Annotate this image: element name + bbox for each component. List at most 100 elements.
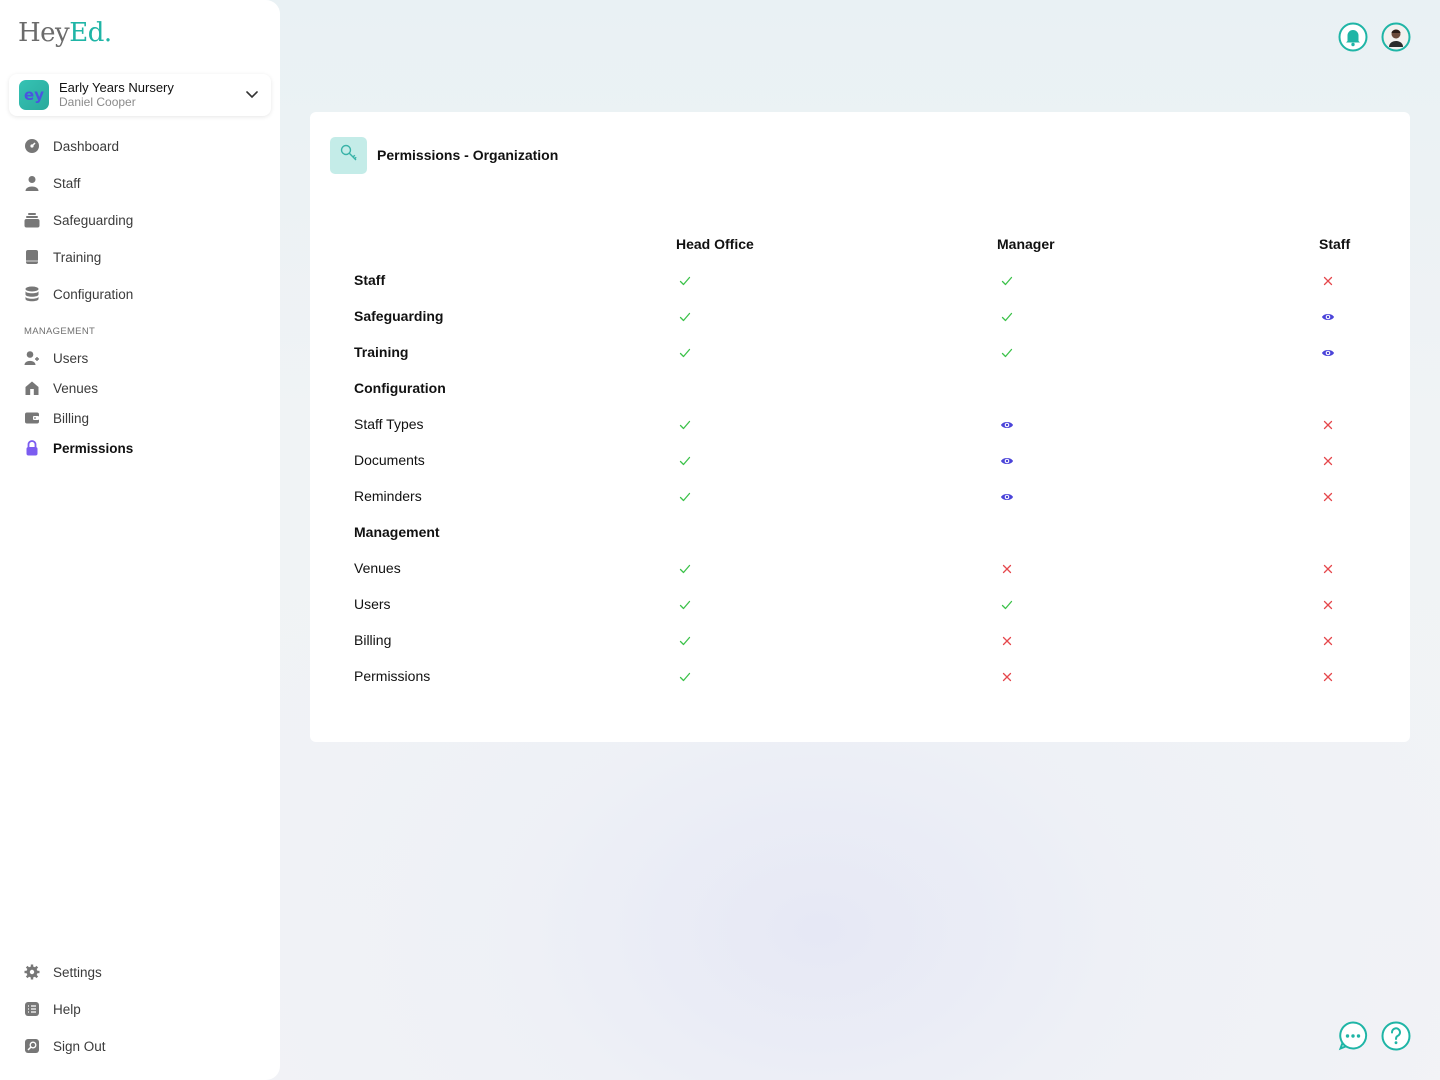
sign-out-icon bbox=[24, 1038, 40, 1054]
permission-cell-manager-check-icon[interactable] bbox=[1000, 346, 1014, 360]
sidebar-item-label: Permissions bbox=[53, 440, 134, 456]
user-avatar-button[interactable] bbox=[1381, 22, 1411, 52]
column-header-head-office: Head Office bbox=[676, 236, 754, 252]
dashboard-icon bbox=[24, 138, 40, 154]
permission-cell-manager-cross-icon[interactable] bbox=[1000, 634, 1014, 648]
page-title: Permissions - Organization bbox=[377, 147, 559, 163]
permission-cell-head-office-check-icon[interactable] bbox=[678, 346, 692, 360]
key-icon bbox=[339, 143, 359, 168]
permission-group-label: Configuration bbox=[354, 380, 446, 396]
sidebar-item-users[interactable]: Users bbox=[24, 350, 88, 366]
home-icon bbox=[24, 380, 40, 396]
sidebar-item-billing[interactable]: Billing bbox=[24, 410, 89, 426]
permission-cell-manager-cross-icon[interactable] bbox=[1000, 670, 1014, 684]
sidebar-item-label: Sign Out bbox=[53, 1038, 106, 1054]
permission-row-label: Users bbox=[354, 596, 391, 612]
permission-cell-staff-cross-icon[interactable] bbox=[1321, 598, 1335, 612]
person-icon bbox=[24, 175, 40, 191]
permission-row-label: Permissions bbox=[354, 668, 431, 684]
chevron-down-icon bbox=[245, 87, 259, 106]
wallet-icon bbox=[24, 410, 40, 426]
list-icon bbox=[24, 1001, 40, 1017]
permission-cell-head-office-check-icon[interactable] bbox=[678, 562, 692, 576]
organization-name: Early Years Nursery bbox=[59, 80, 174, 95]
permission-cell-head-office-check-icon[interactable] bbox=[678, 310, 692, 324]
logo-text-hey: Hey bbox=[18, 18, 70, 48]
permission-cell-head-office-check-icon[interactable] bbox=[678, 274, 692, 288]
chat-button[interactable] bbox=[1338, 1021, 1368, 1051]
permission-cell-manager-cross-icon[interactable] bbox=[1000, 562, 1014, 576]
sidebar-item-label: Safeguarding bbox=[53, 212, 134, 228]
permission-cell-head-office-check-icon[interactable] bbox=[678, 454, 692, 468]
help-button[interactable] bbox=[1381, 1021, 1411, 1051]
permission-cell-head-office-check-icon[interactable] bbox=[678, 418, 692, 432]
permission-cell-head-office-check-icon[interactable] bbox=[678, 670, 692, 684]
permission-cell-staff-eye-icon[interactable] bbox=[1321, 310, 1335, 324]
permission-cell-staff-cross-icon[interactable] bbox=[1321, 418, 1335, 432]
permission-cell-staff-eye-icon[interactable] bbox=[1321, 346, 1335, 360]
column-header-manager: Manager bbox=[997, 236, 1055, 252]
sidebar-item-permissions[interactable]: Permissions bbox=[24, 440, 133, 456]
permission-cell-staff-cross-icon[interactable] bbox=[1321, 490, 1335, 504]
permission-cell-head-office-check-icon[interactable] bbox=[678, 598, 692, 612]
column-header-staff: Staff bbox=[1319, 236, 1351, 252]
permission-cell-manager-check-icon[interactable] bbox=[1000, 310, 1014, 324]
permission-cell-manager-eye-icon[interactable] bbox=[1000, 490, 1014, 504]
organization-switcher[interactable]: ey Early Years Nursery Daniel Cooper bbox=[9, 74, 271, 116]
sidebar-item-dashboard[interactable]: Dashboard bbox=[24, 138, 119, 154]
permission-cell-staff-cross-icon[interactable] bbox=[1321, 634, 1335, 648]
section-label-management: MANAGEMENT bbox=[24, 326, 96, 337]
organization-user: Daniel Cooper bbox=[59, 95, 136, 109]
sidebar-item-label: Billing bbox=[53, 410, 90, 426]
sidebar-item-settings[interactable]: Settings bbox=[24, 964, 102, 980]
permission-cell-manager-check-icon[interactable] bbox=[1000, 598, 1014, 612]
sidebar-item-training[interactable]: Training bbox=[24, 249, 101, 265]
sidebar-item-label: Venues bbox=[53, 380, 99, 396]
organization-avatar: ey bbox=[19, 80, 49, 110]
permission-cell-staff-cross-icon[interactable] bbox=[1321, 454, 1335, 468]
sidebar-item-staff[interactable]: Staff bbox=[24, 175, 81, 191]
logo-text-ed: Ed. bbox=[69, 18, 112, 48]
sidebar-item-label: Configuration bbox=[53, 286, 134, 302]
permission-row-label: Venues bbox=[354, 560, 401, 576]
sidebar-item-help[interactable]: Help bbox=[24, 1001, 81, 1017]
avatar bbox=[1381, 22, 1411, 56]
permission-cell-manager-eye-icon[interactable] bbox=[1000, 454, 1014, 468]
permission-group-label: Safeguarding bbox=[354, 308, 444, 324]
permission-group-label: Staff bbox=[354, 272, 386, 288]
bell-icon bbox=[1338, 22, 1368, 56]
lock-icon bbox=[24, 440, 40, 456]
permissions-card: Permissions - Organization Head Office M… bbox=[310, 112, 1410, 742]
sidebar-item-label: Staff bbox=[53, 175, 81, 191]
sidebar-item-label: Users bbox=[53, 350, 89, 366]
permission-cell-manager-check-icon[interactable] bbox=[1000, 274, 1014, 288]
sidebar-item-label: Training bbox=[53, 249, 102, 265]
database-icon bbox=[24, 286, 40, 302]
sidebar-item-sign-out[interactable]: Sign Out bbox=[24, 1038, 106, 1054]
chat-icon bbox=[1338, 1021, 1368, 1055]
book-icon bbox=[24, 249, 40, 265]
permission-row-label: Documents bbox=[354, 452, 425, 468]
stack-icon bbox=[24, 212, 40, 228]
permission-row-label: Billing bbox=[354, 632, 392, 648]
permission-cell-head-office-check-icon[interactable] bbox=[678, 634, 692, 648]
question-icon bbox=[1381, 1021, 1411, 1055]
gear-icon bbox=[24, 964, 40, 980]
sidebar-item-label: Help bbox=[53, 1001, 81, 1017]
sidebar-item-label: Settings bbox=[53, 964, 102, 980]
permission-cell-staff-cross-icon[interactable] bbox=[1321, 274, 1335, 288]
permission-cell-staff-cross-icon[interactable] bbox=[1321, 670, 1335, 684]
add-user-icon bbox=[24, 350, 40, 366]
sidebar-item-configuration[interactable]: Configuration bbox=[24, 286, 133, 302]
permission-cell-manager-eye-icon[interactable] bbox=[1000, 418, 1014, 432]
app-logo[interactable]: HeyEd. bbox=[18, 18, 112, 48]
permission-cell-staff-cross-icon[interactable] bbox=[1321, 562, 1335, 576]
permission-cell-head-office-check-icon[interactable] bbox=[678, 490, 692, 504]
permission-row-label: Staff Types bbox=[354, 416, 424, 432]
sidebar-item-venues[interactable]: Venues bbox=[24, 380, 98, 396]
notifications-button[interactable] bbox=[1338, 22, 1368, 52]
sidebar: HeyEd. ey Early Years Nursery Daniel Coo… bbox=[0, 0, 280, 1080]
permission-group-label: Training bbox=[354, 344, 409, 360]
permission-row-label: Reminders bbox=[354, 488, 422, 504]
sidebar-item-safeguarding[interactable]: Safeguarding bbox=[24, 212, 133, 228]
